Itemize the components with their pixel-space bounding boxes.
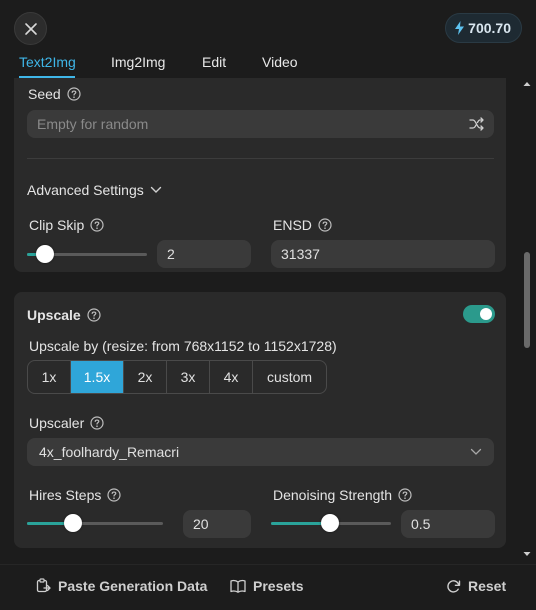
help-icon[interactable] xyxy=(107,488,121,502)
upscaler-label: Upscaler xyxy=(29,415,85,431)
chevron-down-icon xyxy=(470,448,482,455)
reset-label: Reset xyxy=(468,578,507,594)
hires-steps-slider-handle[interactable] xyxy=(64,514,82,532)
ensd-label: ENSD xyxy=(273,217,312,233)
mode-tabs: Text2Img Img2Img Edit Video xyxy=(0,48,520,78)
upscale-option-3x[interactable]: 3x xyxy=(167,361,210,393)
presets-label: Presets xyxy=(253,578,304,594)
upscale-toggle[interactable] xyxy=(463,305,495,323)
scroll-down-arrow-icon[interactable] xyxy=(522,550,532,558)
help-icon[interactable] xyxy=(87,308,101,322)
help-icon[interactable] xyxy=(398,488,412,502)
upscale-option-4x[interactable]: 4x xyxy=(210,361,253,393)
upscaler-value: 4x_foolhardy_Remacri xyxy=(39,444,180,460)
upscale-card: Upscale Upscale by (resize: from 768x115… xyxy=(14,292,506,548)
hires-steps-label-row: Hires Steps xyxy=(29,487,121,503)
advanced-settings-toggle[interactable]: Advanced Settings xyxy=(27,182,162,198)
upscale-option-2x[interactable]: 2x xyxy=(124,361,167,393)
credits-badge[interactable]: 700.70 xyxy=(445,13,522,43)
upscale-by-label: Upscale by (resize: from 768x1152 to 115… xyxy=(29,338,337,354)
ensd-input[interactable]: 31337 xyxy=(271,240,495,268)
paste-generation-data-label: Paste Generation Data xyxy=(58,578,208,594)
hires-steps-input[interactable]: 20 xyxy=(183,510,251,538)
upscale-option-custom[interactable]: custom xyxy=(253,361,326,393)
credits-value: 700.70 xyxy=(468,20,511,36)
refresh-icon xyxy=(447,579,461,593)
upscale-option-1-5x[interactable]: 1.5x xyxy=(71,361,124,393)
divider xyxy=(27,158,494,159)
reset-button[interactable]: Reset xyxy=(446,578,506,594)
ensd-label-row: ENSD xyxy=(273,217,332,233)
clip-skip-slider-handle[interactable] xyxy=(36,245,54,263)
paste-generation-data-button[interactable]: Paste Generation Data xyxy=(35,578,207,594)
help-icon[interactable] xyxy=(67,87,81,101)
seed-input[interactable]: Empty for random xyxy=(27,110,494,138)
generation-panel: 700.70 Text2Img Img2Img Edit Video Seed … xyxy=(0,0,536,610)
clip-skip-label: Clip Skip xyxy=(29,217,85,233)
help-icon[interactable] xyxy=(90,416,104,430)
close-icon xyxy=(24,22,37,35)
upscaler-label-row: Upscaler xyxy=(29,415,104,431)
tab-video[interactable]: Video xyxy=(262,48,298,78)
clip-skip-input[interactable]: 2 xyxy=(157,240,251,268)
close-button[interactable] xyxy=(14,12,47,45)
shuffle-icon[interactable] xyxy=(469,117,484,136)
tab-text2img[interactable]: Text2Img xyxy=(19,48,76,78)
generation-settings-card: Seed Empty for random Advanced Settings … xyxy=(14,78,506,272)
seed-label: Seed xyxy=(28,86,61,102)
clipboard-icon xyxy=(36,578,51,593)
lightning-icon xyxy=(455,21,465,35)
tab-img2img[interactable]: Img2Img xyxy=(111,48,165,78)
footer-toolbar: Paste Generation Data Presets Reset xyxy=(0,564,536,610)
scroll-up-arrow-icon[interactable] xyxy=(522,80,532,88)
tab-edit[interactable]: Edit xyxy=(202,48,226,78)
help-icon[interactable] xyxy=(318,218,332,232)
upscale-factor-selector: 1x 1.5x 2x 3x 4x custom xyxy=(27,360,327,394)
scrollbar[interactable] xyxy=(521,78,533,560)
clip-skip-label-row: Clip Skip xyxy=(29,217,104,233)
settings-scroll-area[interactable]: Seed Empty for random Advanced Settings … xyxy=(0,78,518,560)
denoising-input[interactable]: 0.5 xyxy=(401,510,495,538)
upscale-label: Upscale xyxy=(27,307,81,323)
scrollbar-thumb[interactable] xyxy=(524,252,530,348)
hires-steps-label: Hires Steps xyxy=(29,487,102,503)
denoising-slider-handle[interactable] xyxy=(321,514,339,532)
help-icon[interactable] xyxy=(90,218,104,232)
denoising-label: Denoising Strength xyxy=(273,487,393,503)
upscale-option-1x[interactable]: 1x xyxy=(28,361,71,393)
seed-label-row: Seed xyxy=(28,86,81,102)
upscaler-select[interactable]: 4x_foolhardy_Remacri xyxy=(27,438,494,466)
upscale-label-row: Upscale xyxy=(27,307,101,323)
advanced-settings-label: Advanced Settings xyxy=(27,182,144,198)
book-icon xyxy=(230,579,246,593)
denoising-label-row: Denoising Strength xyxy=(273,487,412,503)
chevron-down-icon xyxy=(150,186,161,193)
presets-button[interactable]: Presets xyxy=(230,578,304,594)
